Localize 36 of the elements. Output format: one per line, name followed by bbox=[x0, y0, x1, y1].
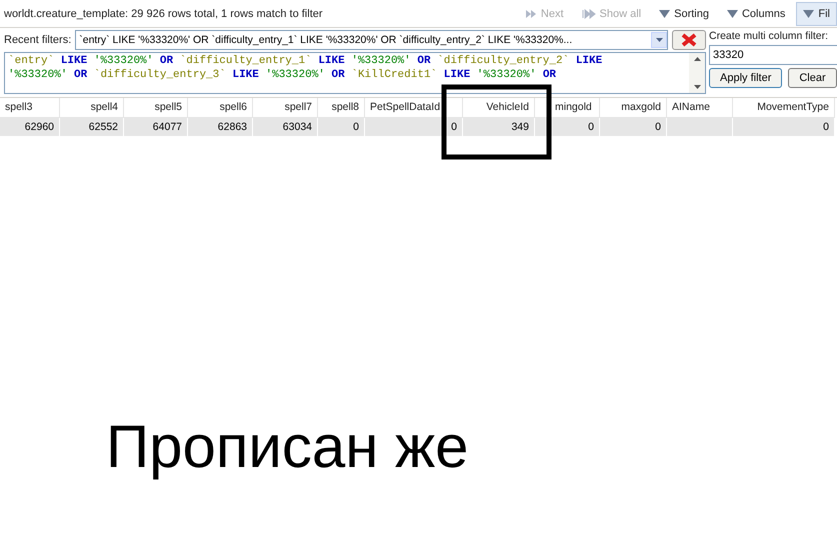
table-cell: 62863 bbox=[188, 118, 253, 136]
funnel-icon bbox=[659, 10, 670, 18]
table-cell: 64077 bbox=[124, 118, 188, 136]
apply-filter-button[interactable]: Apply filter bbox=[709, 68, 782, 88]
recent-filters-label: Recent filters: bbox=[4, 34, 72, 46]
filter-text-editor[interactable]: `entry` LIKE '%33320%' OR `difficulty_entry_1` LIKE '%33320%' OR `difficulty_entry_2` LIKE '%33320%' OR `difficulty_entry_3` LIKE '%33320%' OR `KillCredit1` LIKE '%33320%' OR bbox=[4, 52, 706, 94]
next-icon bbox=[524, 8, 537, 18]
scroll-up-icon[interactable] bbox=[694, 57, 700, 61]
annotation-text: Прописан же bbox=[106, 412, 469, 481]
multi-filter-label: Create multi column filter: bbox=[709, 30, 830, 42]
caret-icon bbox=[656, 38, 662, 42]
toolbar-button[interactable]: Columns bbox=[720, 2, 792, 26]
status-text: worldt.creature_template: 29 926 rows total, 1 rows match to filter bbox=[4, 8, 324, 20]
funnel-icon bbox=[803, 10, 814, 18]
multi-filter-input[interactable]: 33320 bbox=[709, 45, 837, 65]
table-cell: 349 bbox=[463, 118, 535, 136]
table-cell: 0 bbox=[733, 118, 835, 136]
table-cell: 62552 bbox=[60, 118, 124, 136]
toolbar-button[interactable]: Sorting bbox=[652, 2, 716, 26]
table-cell: 0 bbox=[318, 118, 365, 136]
dropdown-button[interactable] bbox=[651, 32, 667, 48]
table-cell: 0 bbox=[365, 118, 463, 136]
table-cell: 0 bbox=[535, 118, 600, 136]
close-icon bbox=[681, 33, 697, 47]
scrollbar[interactable] bbox=[689, 53, 705, 93]
table-cell: 0 bbox=[600, 118, 667, 136]
clear-button[interactable]: Clear bbox=[788, 68, 837, 88]
skip-icon bbox=[582, 8, 596, 18]
table-cell bbox=[667, 118, 733, 136]
funnel-icon bbox=[726, 10, 738, 18]
table-cell: 62960 bbox=[0, 118, 60, 136]
toolbar-button[interactable]: Fil bbox=[796, 2, 837, 26]
scroll-down-icon[interactable] bbox=[694, 85, 700, 89]
clear-filter-button[interactable] bbox=[672, 30, 706, 50]
recent-filters-combo[interactable]: `entry` LIKE '%33320%' OR `difficulty_entry_1` LIKE '%33320%' OR `difficulty_entry_2` LIKE '%33320%... bbox=[75, 30, 668, 50]
table-cell: 63034 bbox=[253, 118, 318, 136]
